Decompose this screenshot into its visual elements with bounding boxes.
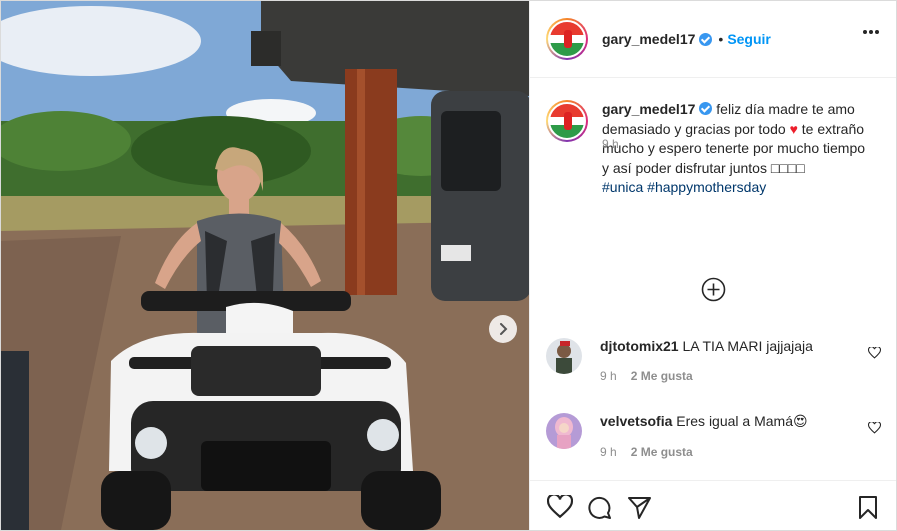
verified-badge-icon (699, 32, 713, 46)
post-header: gary_medel17 • Seguir (530, 1, 896, 78)
comment-username[interactable]: velvetsofia (600, 413, 672, 429)
avatar[interactable] (546, 413, 582, 449)
caption-avatar[interactable] (546, 100, 588, 142)
post-side-panel: gary_medel17 • Seguir gary_medel17 feliz… (529, 1, 896, 530)
chevron-right-icon (500, 323, 508, 335)
paper-plane-icon[interactable] (627, 495, 652, 520)
hashtag-link[interactable]: #happymothersday (647, 179, 766, 195)
comment-text: Eres igual a Mamá (676, 413, 793, 429)
verified-badge-icon (699, 102, 713, 115)
heart-eyes-emoji: 😍 (792, 413, 808, 429)
comment-item: djtotomix21 LA TIA MARI jajjajaja 9 h 2 M… (546, 338, 881, 383)
comment-likes[interactable]: 2 Me gusta (631, 445, 693, 459)
caption-text: gary_medel17 feliz día madre te amo dema… (602, 100, 870, 198)
hashtag-link[interactable]: #unica (602, 179, 643, 195)
post-author-username[interactable]: gary_medel17 (602, 31, 695, 47)
comment-timestamp[interactable]: 9 h (600, 369, 617, 383)
plus-circle-icon[interactable] (701, 277, 726, 302)
comment-username[interactable]: djtotomix21 (600, 338, 679, 354)
red-heart-emoji: ♥ (789, 120, 798, 137)
follow-button[interactable]: Seguir (727, 31, 771, 47)
post-actions-bar (530, 480, 896, 530)
more-options-icon[interactable] (862, 29, 880, 35)
separator-dot: • (718, 31, 724, 47)
comment-text: LA TIA MARI jajjajaja (682, 338, 813, 354)
caption-username[interactable]: gary_medel17 (602, 101, 695, 117)
comment-timestamp[interactable]: 9 h (600, 445, 617, 459)
bookmark-icon[interactable] (857, 495, 879, 520)
post-photo[interactable] (1, 1, 529, 530)
comment-icon[interactable] (587, 495, 612, 520)
like-heart-icon[interactable] (547, 495, 573, 519)
post-caption: gary_medel17 feliz día madre te amo dema… (546, 100, 880, 198)
caption-timestamp[interactable]: 9 h (602, 137, 619, 151)
heart-icon[interactable] (868, 422, 881, 434)
avatar[interactable] (546, 338, 582, 374)
comment-item: velvetsofia Eres igual a Mamá😍 9 h 2 Me g… (546, 413, 881, 459)
post-dialog: gary_medel17 • Seguir gary_medel17 feliz… (0, 0, 897, 531)
carousel-next-button[interactable] (489, 315, 517, 343)
photo-illustration (1, 1, 529, 530)
heart-icon[interactable] (868, 347, 881, 359)
avatar[interactable] (546, 18, 588, 60)
comment-likes[interactable]: 2 Me gusta (631, 369, 693, 383)
